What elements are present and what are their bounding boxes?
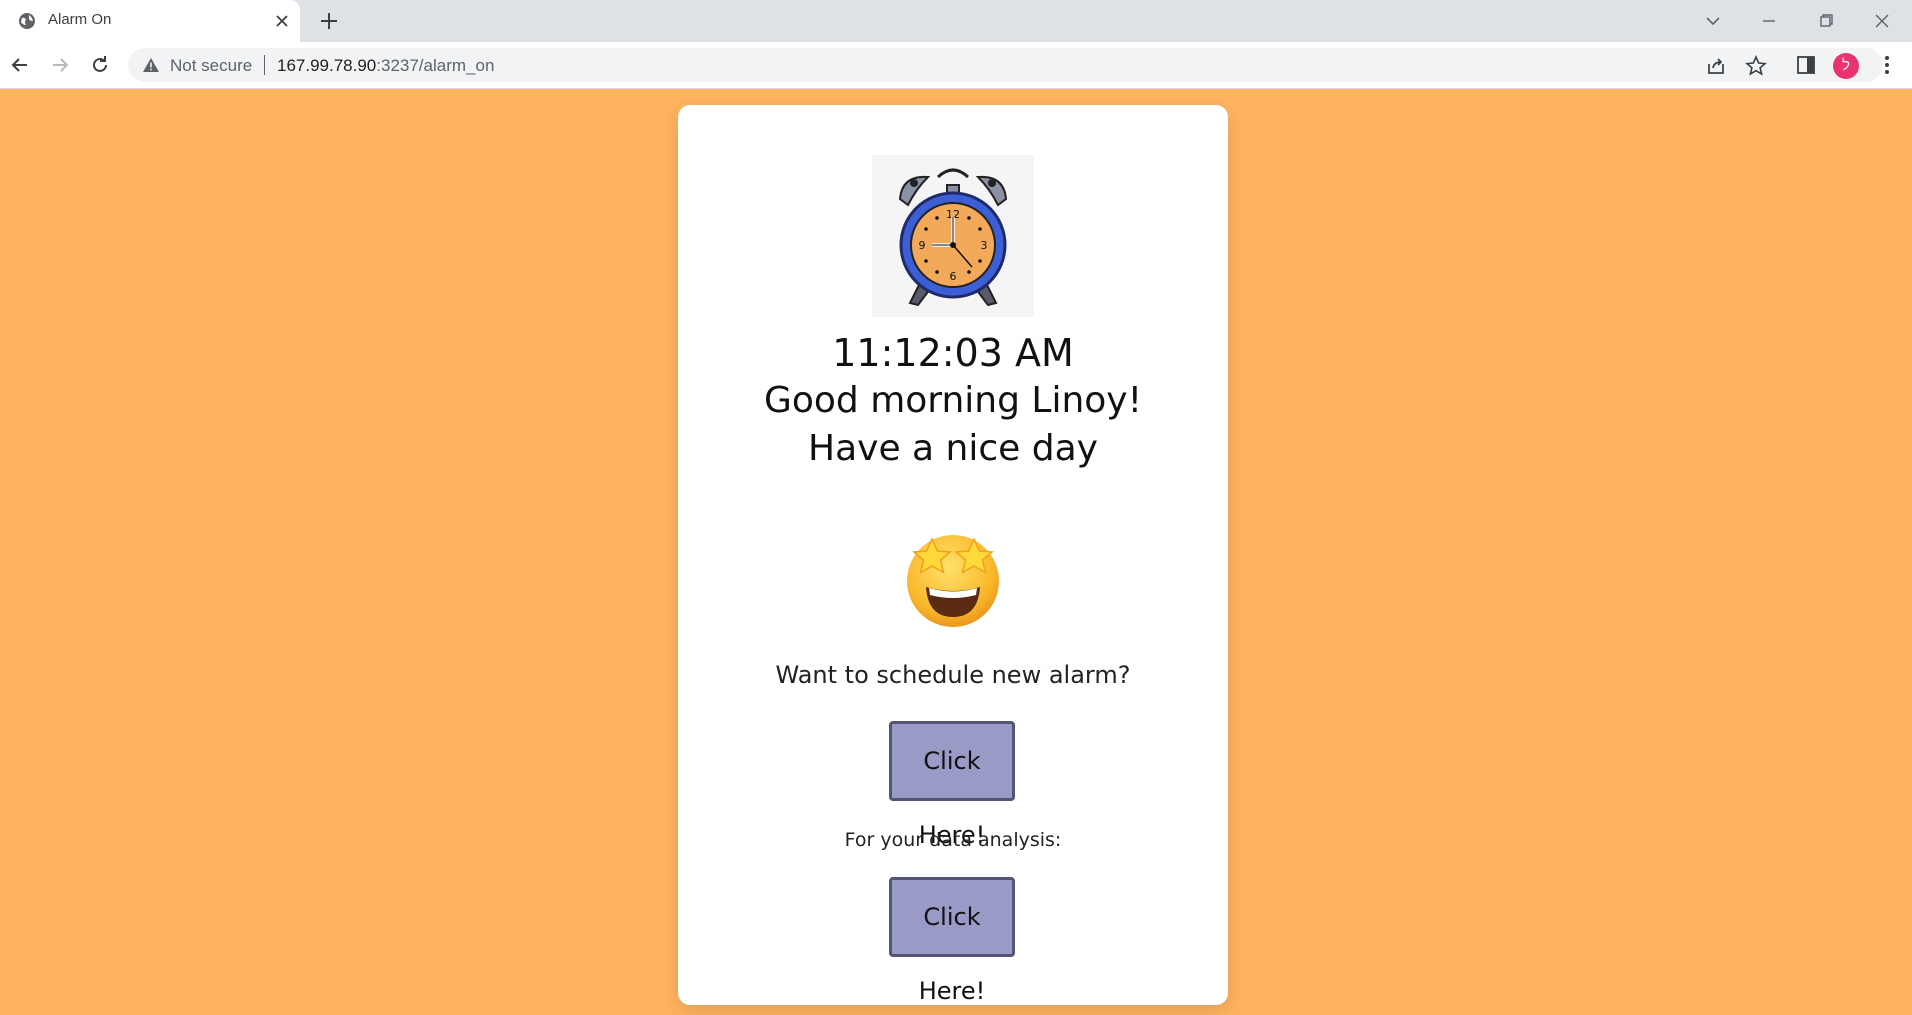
tab-strip: Alarm On: [0, 0, 1912, 42]
url-text[interactable]: 167.99.78.90:3237/alarm_on: [277, 56, 494, 76]
data-analysis-prompt: For your data analysis:: [844, 829, 1062, 851]
security-label[interactable]: Not secure: [170, 56, 252, 76]
close-window-icon[interactable]: [1869, 8, 1895, 34]
side-panel-icon[interactable]: [1795, 54, 1817, 76]
star-struck-emoji: [900, 525, 1006, 631]
warning-icon[interactable]: [142, 57, 160, 73]
new-tab-icon[interactable]: [318, 10, 340, 32]
globe-icon: [19, 13, 35, 29]
back-arrow-icon[interactable]: [8, 53, 32, 77]
profile-avatar[interactable]: ל: [1833, 53, 1859, 79]
tab-title: Alarm On: [48, 11, 112, 28]
svg-text:6: 6: [950, 270, 957, 283]
greeting-message: Good morning Linoy! Have a nice day: [763, 380, 1143, 469]
data-analysis-button[interactable]: Click Here!: [889, 877, 1015, 1005]
forward-arrow-icon[interactable]: [48, 53, 72, 77]
active-tab[interactable]: Alarm On: [0, 0, 300, 42]
page-background: 12 3 6 9 11:12:03 AM Good morning Linoy!…: [0, 89, 1912, 1015]
address-bar[interactable]: Not secure 167.99.78.90:3237/alarm_on: [128, 48, 1883, 82]
close-tab-icon[interactable]: [272, 11, 292, 31]
alarm-clock-icon: 12 3 6 9: [898, 168, 1008, 307]
address-divider: [264, 55, 265, 75]
schedule-alarm-button[interactable]: Click Here!: [889, 721, 1015, 849]
star-struck-icon: [907, 535, 999, 627]
svg-text:3: 3: [981, 239, 988, 252]
tab-search-icon[interactable]: [1700, 8, 1726, 34]
current-time: 11:12:03 AM: [832, 331, 1074, 375]
alarm-clock-image: 12 3 6 9: [872, 155, 1034, 317]
url-host: 167.99.78.90: [277, 56, 377, 75]
reload-icon[interactable]: [88, 53, 112, 77]
url-path: :3237/alarm_on: [376, 56, 495, 75]
schedule-prompt: Want to schedule new alarm?: [775, 661, 1131, 689]
browser-toolbar: Not secure 167.99.78.90:3237/alarm_on ל: [0, 42, 1912, 89]
svg-text:9: 9: [919, 239, 926, 252]
bookmark-star-icon[interactable]: [1745, 55, 1767, 77]
share-icon[interactable]: [1705, 55, 1727, 77]
minimize-icon[interactable]: [1756, 8, 1782, 34]
kebab-menu-icon[interactable]: [1876, 54, 1898, 76]
alarm-card: 12 3 6 9 11:12:03 AM Good morning Linoy!…: [678, 105, 1228, 1005]
restore-icon[interactable]: [1813, 8, 1839, 34]
